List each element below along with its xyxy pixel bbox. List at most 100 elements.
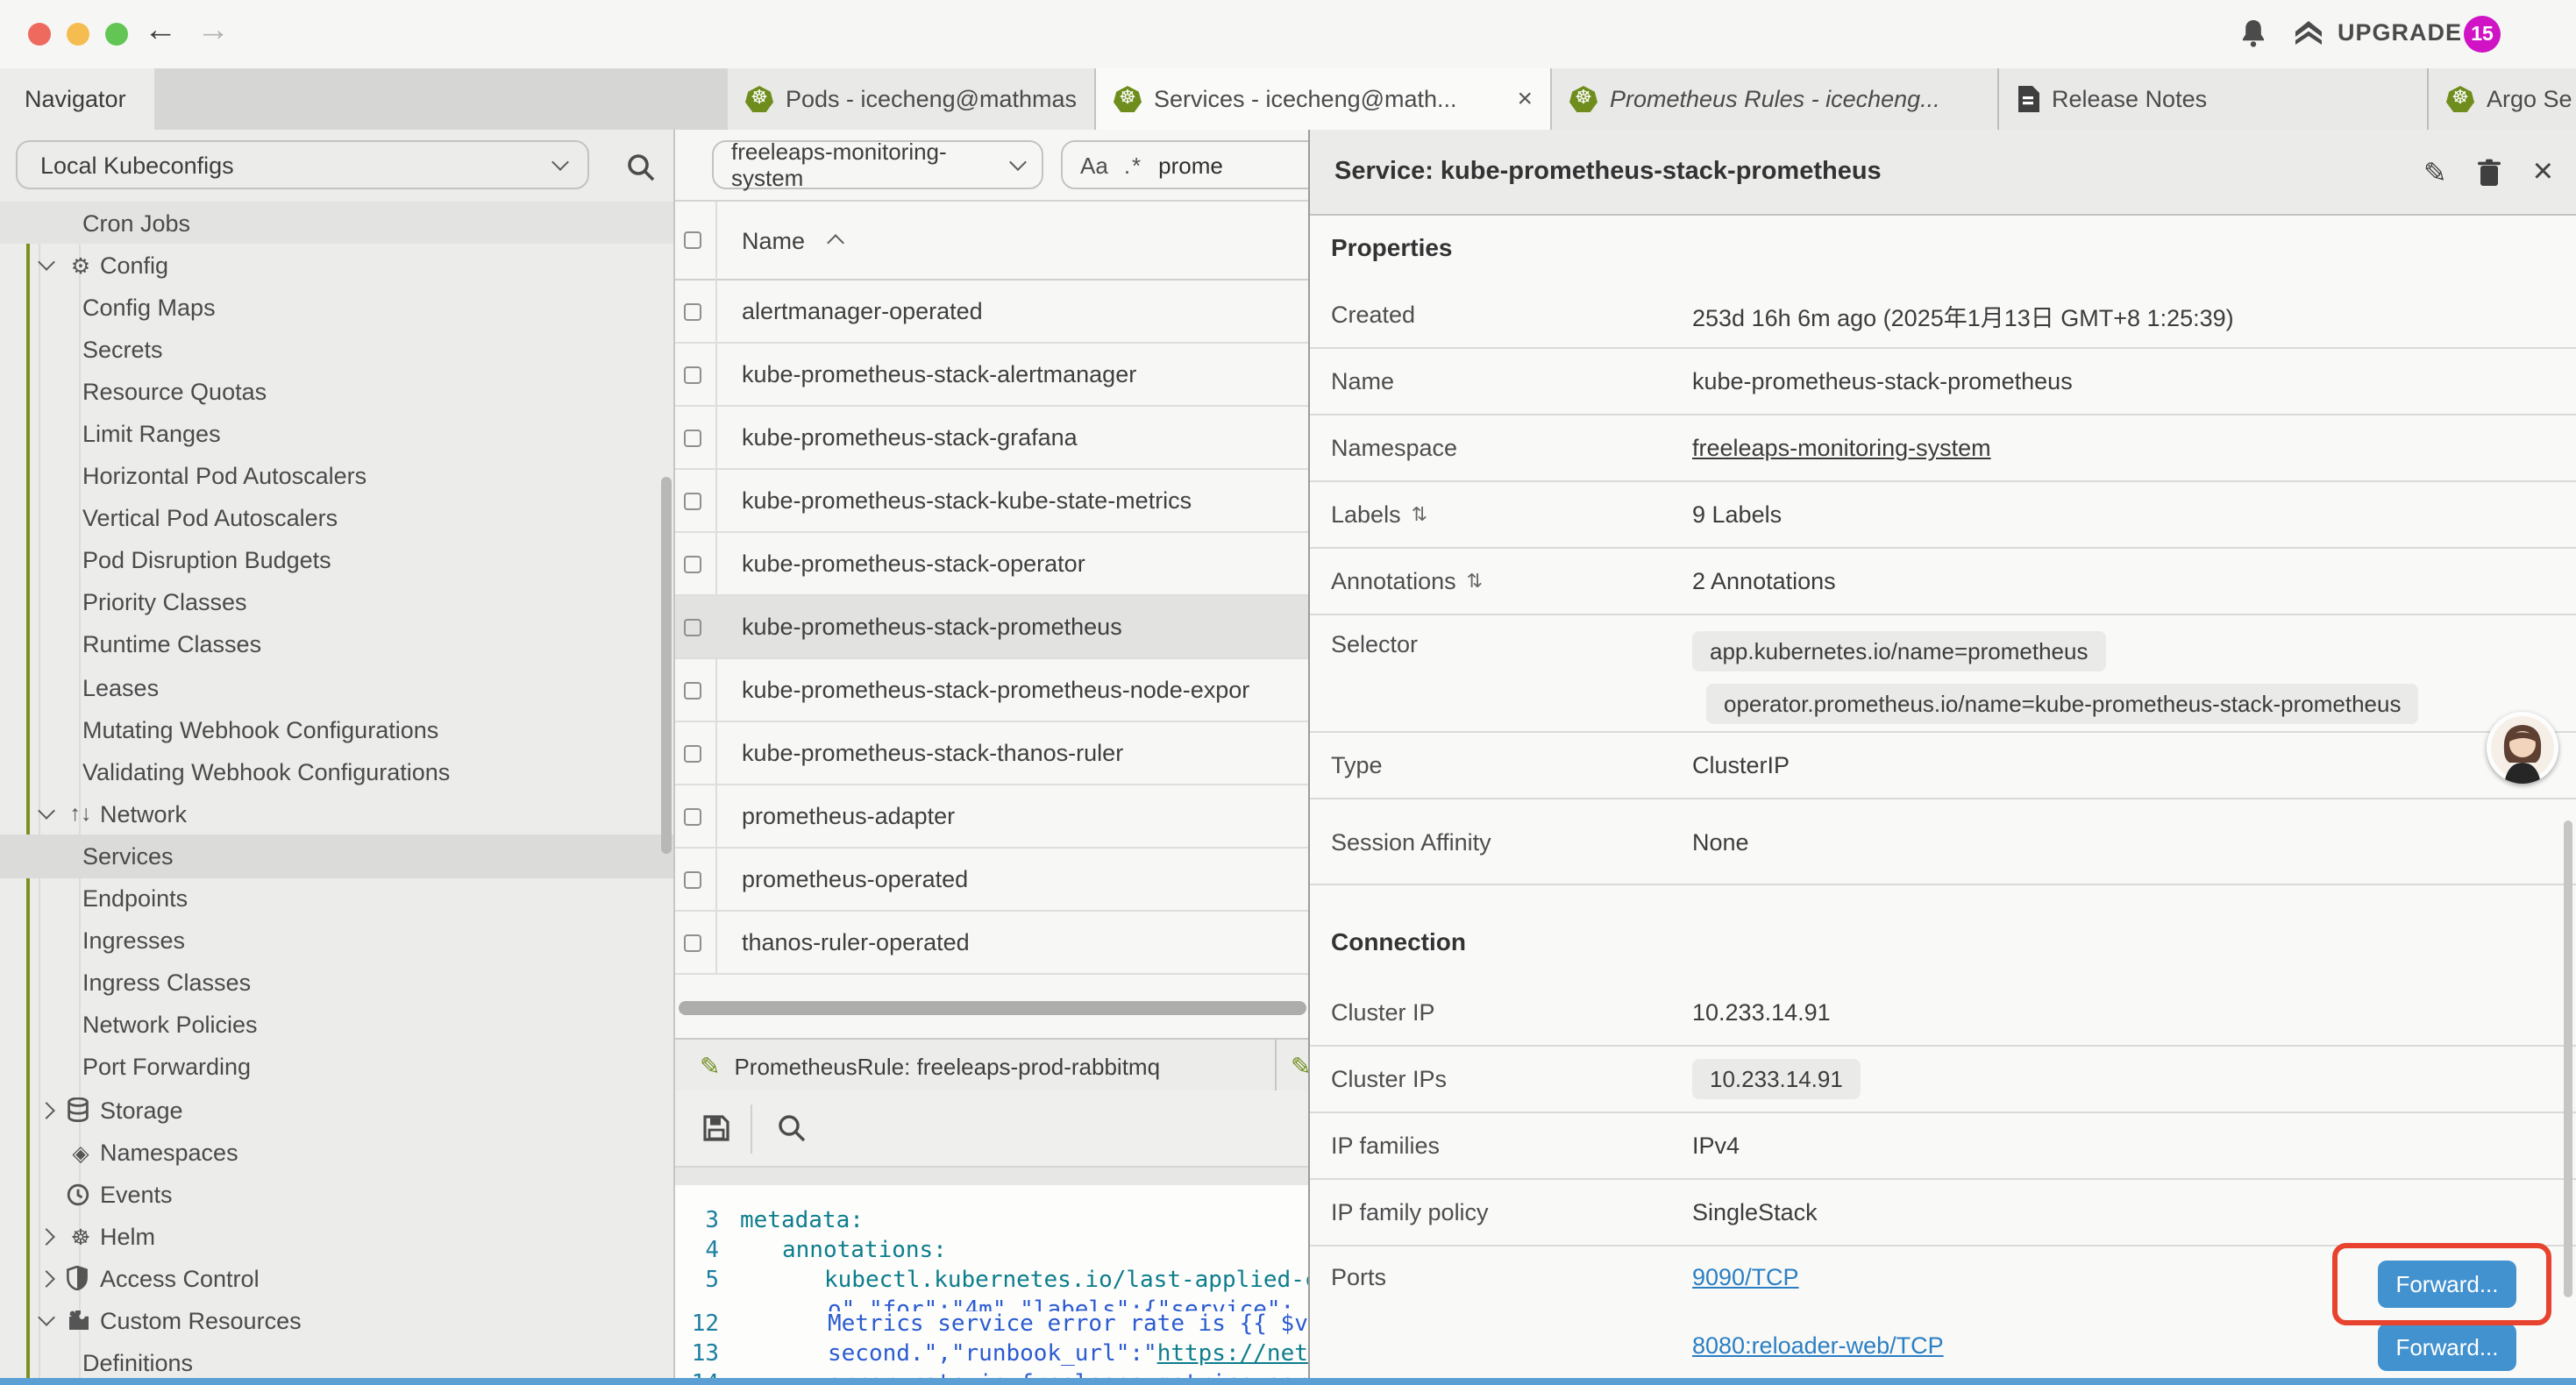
sidebar-item-config-maps[interactable]: Config Maps — [0, 286, 675, 328]
row-checkbox[interactable] — [684, 430, 701, 447]
table-row[interactable]: kube-prometheus-stack-prometheus — [675, 596, 1310, 659]
close-tab-icon[interactable]: × — [1506, 86, 1533, 112]
panel-scrollbar[interactable] — [2564, 820, 2572, 1297]
table-row[interactable]: alertmanager-operated — [675, 281, 1310, 344]
close-icon[interactable]: × — [2533, 153, 2553, 193]
line-number: 5 — [675, 1268, 737, 1297]
row-checkbox[interactable] — [684, 619, 701, 636]
sidebar-item-limit-ranges[interactable]: Limit Ranges — [0, 413, 675, 455]
sidebar-item-namespaces[interactable]: ◈Namespaces — [0, 1131, 675, 1173]
sidebar-item-validating-webhook-configurations[interactable]: Validating Webhook Configurations — [0, 750, 675, 792]
sidebar-item-port-forwarding[interactable]: Port Forwarding — [0, 1047, 675, 1089]
sidebar-item-network[interactable]: ↑↓Network — [0, 793, 675, 835]
sidebar-item-priority-classes[interactable]: Priority Classes — [0, 582, 675, 624]
sidebar-item-runtime-classes[interactable]: Runtime Classes — [0, 624, 675, 666]
horizontal-scrollbar[interactable] — [679, 1001, 1306, 1015]
close-window-button[interactable] — [28, 23, 51, 46]
sidebar-item-config[interactable]: ⚙Config — [0, 244, 675, 286]
sidebar-item-access-control[interactable]: Access Control — [0, 1258, 675, 1300]
maximize-window-button[interactable] — [105, 23, 128, 46]
edit-resource-icon[interactable]: ✎ — [2423, 155, 2447, 190]
forward-button[interactable]: Forward... — [2378, 1324, 2516, 1371]
sidebar-item-cron-jobs[interactable]: Cron Jobs — [0, 202, 675, 244]
table-row[interactable]: kube-prometheus-stack-operator — [675, 533, 1310, 596]
sidebar-item-helm[interactable]: ☸Helm — [0, 1216, 675, 1258]
select-all-checkbox[interactable] — [684, 231, 701, 249]
tab-3[interactable]: ☸Prometheus Rules - icecheng... — [1552, 68, 1999, 130]
tab-5[interactable]: ☸Argo Se — [2429, 68, 2576, 130]
back-icon[interactable]: ← — [144, 12, 177, 51]
row-checkbox[interactable] — [684, 682, 701, 700]
code-link[interactable]: https://net — [1157, 1341, 1308, 1371]
table-row[interactable]: kube-prometheus-stack-kube-state-metrics — [675, 470, 1310, 533]
table-row[interactable]: kube-prometheus-stack-prometheus-node-ex… — [675, 659, 1310, 722]
sidebar-item-vertical-pod-autoscalers[interactable]: Vertical Pod Autoscalers — [0, 497, 675, 539]
sidebar-item-events[interactable]: Events — [0, 1173, 675, 1215]
upgrade-label[interactable]: UPGRADE — [2338, 19, 2462, 46]
regex-toggle[interactable]: .* — [1124, 152, 1142, 178]
sort-updown-icon[interactable]: ⇅ — [1412, 503, 1427, 526]
avatar[interactable] — [2487, 712, 2558, 784]
kubeconfig-select[interactable]: Local Kubeconfigs — [16, 140, 589, 189]
delete-trash-icon[interactable] — [2477, 158, 2503, 188]
sidebar-item-mutating-webhook-configurations[interactable]: Mutating Webhook Configurations — [0, 708, 675, 750]
forward-icon[interactable]: → — [196, 12, 230, 51]
sidebar-item-endpoints[interactable]: Endpoints — [0, 877, 675, 920]
row-checkbox[interactable] — [684, 871, 701, 889]
table-row[interactable]: kube-prometheus-stack-grafana — [675, 407, 1310, 470]
sidebar-item-resource-quotas[interactable]: Resource Quotas — [0, 371, 675, 413]
property-label: Cluster IPs — [1331, 1066, 1692, 1092]
sidebar-item-horizontal-pod-autoscalers[interactable]: Horizontal Pod Autoscalers — [0, 455, 675, 497]
column-header-name[interactable]: Name — [742, 227, 805, 253]
sidebar-item-secrets[interactable]: Secrets — [0, 329, 675, 371]
table-row[interactable]: kube-prometheus-stack-thanos-ruler — [675, 722, 1310, 785]
table-row[interactable]: thanos-ruler-operated — [675, 912, 1310, 975]
editor-tab-prometheusrule[interactable]: ✎ PrometheusRule: freeleaps-prod-rabbitm… — [675, 1040, 1277, 1092]
editor-line: 12Metrics service error rate is {{ $va — [675, 1311, 1310, 1341]
save-icon[interactable] — [701, 1113, 731, 1143]
upgrade-chevrons-icon[interactable] — [2292, 18, 2325, 49]
match-case-toggle[interactable]: Aa — [1080, 152, 1108, 178]
property-label: Session Affinity — [1331, 828, 1692, 855]
tab-navigator-header[interactable]: Navigator — [0, 68, 154, 130]
port-link[interactable]: 9090/TCP — [1692, 1264, 1799, 1290]
list-search-input[interactable]: Aa .* prome — [1061, 140, 1310, 189]
sidebar-item-pod-disruption-budgets[interactable]: Pod Disruption Budgets — [0, 540, 675, 582]
tab-4[interactable]: Release Notes — [1999, 68, 2429, 130]
property-row-created: Created253d 16h 6m ago (2025年1月13日 GMT+8… — [1310, 282, 2576, 349]
row-checkbox[interactable] — [684, 493, 701, 510]
editor-search-icon[interactable] — [777, 1113, 807, 1143]
row-checkbox[interactable] — [684, 745, 701, 763]
sidebar-item-storage[interactable]: Storage — [0, 1089, 675, 1131]
property-row-ports: Ports9090/TCPForward...8080:reloader-web… — [1310, 1246, 2576, 1378]
namespace-link[interactable]: freeleaps-monitoring-system — [1692, 435, 1991, 461]
notification-count-badge[interactable]: 15 — [2464, 16, 2501, 53]
namespace-select[interactable]: freeleaps-monitoring-system — [712, 140, 1043, 189]
row-checkbox[interactable] — [684, 808, 701, 826]
row-checkbox[interactable] — [684, 366, 701, 384]
row-checkbox[interactable] — [684, 303, 701, 321]
table-row[interactable]: prometheus-adapter — [675, 785, 1310, 849]
table-header-row[interactable]: Name — [675, 202, 1310, 281]
sidebar-item-leases[interactable]: Leases — [0, 666, 675, 708]
row-checkbox[interactable] — [684, 934, 701, 952]
bell-icon[interactable] — [2238, 18, 2269, 49]
editor-line: o","for":"4m","labels":{"service": — [675, 1297, 1310, 1311]
sidebar-item-ingress-classes[interactable]: Ingress Classes — [0, 962, 675, 1004]
table-row[interactable]: kube-prometheus-stack-alertmanager — [675, 344, 1310, 407]
tab-2[interactable]: ☸Services - icecheng@math...× — [1096, 68, 1552, 130]
yaml-editor[interactable]: 3metadata:4annotations:5kubectl.kubernet… — [675, 1185, 1310, 1385]
port-link[interactable]: 8080:reloader-web/TCP — [1692, 1332, 1944, 1359]
sidebar-item-custom-resources[interactable]: Custom Resources — [0, 1300, 675, 1342]
editor-tab-partial[interactable]: ✎ — [1277, 1040, 1310, 1092]
sidebar-item-services[interactable]: Services — [0, 835, 675, 877]
search-icon[interactable] — [626, 153, 656, 182]
tab-1[interactable]: ☸Pods - icecheng@mathmas... — [728, 68, 1096, 130]
sidebar-item-network-policies[interactable]: Network Policies — [0, 1005, 675, 1047]
table-row[interactable]: prometheus-operated — [675, 849, 1310, 912]
minimize-window-button[interactable] — [67, 23, 89, 46]
row-checkbox[interactable] — [684, 556, 701, 573]
sort-updown-icon[interactable]: ⇅ — [1467, 570, 1483, 593]
sidebar-item-ingresses[interactable]: Ingresses — [0, 920, 675, 962]
sidebar-scrollbar[interactable] — [661, 477, 672, 854]
